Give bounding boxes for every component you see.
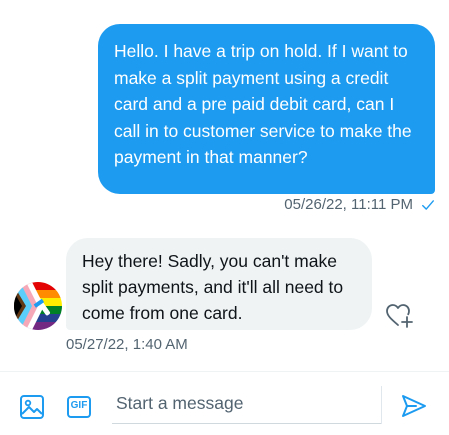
image-icon[interactable] <box>19 394 45 420</box>
pride-flag-avatar[interactable] <box>14 282 62 330</box>
message-input[interactable] <box>112 384 382 424</box>
outgoing-message-meta: 05/26/22, 11:11 PM <box>284 196 435 213</box>
message-composer: GIF <box>0 371 449 435</box>
incoming-message-bubble[interactable]: Hey there! Sadly, you can't make split p… <box>66 238 372 330</box>
gif-label: GIF <box>70 400 88 411</box>
gif-button[interactable]: GIF <box>66 394 92 420</box>
composer-divider <box>381 386 382 424</box>
outgoing-message-bubble[interactable]: Hello. I have a trip on hold. If I want … <box>98 24 435 194</box>
send-icon[interactable] <box>400 392 428 420</box>
incoming-timestamp: 05/27/22, 1:40 AM <box>66 336 188 353</box>
check-icon <box>421 198 435 212</box>
outgoing-timestamp: 05/26/22, 11:11 PM <box>284 196 413 213</box>
heart-plus-icon[interactable] <box>384 300 414 330</box>
